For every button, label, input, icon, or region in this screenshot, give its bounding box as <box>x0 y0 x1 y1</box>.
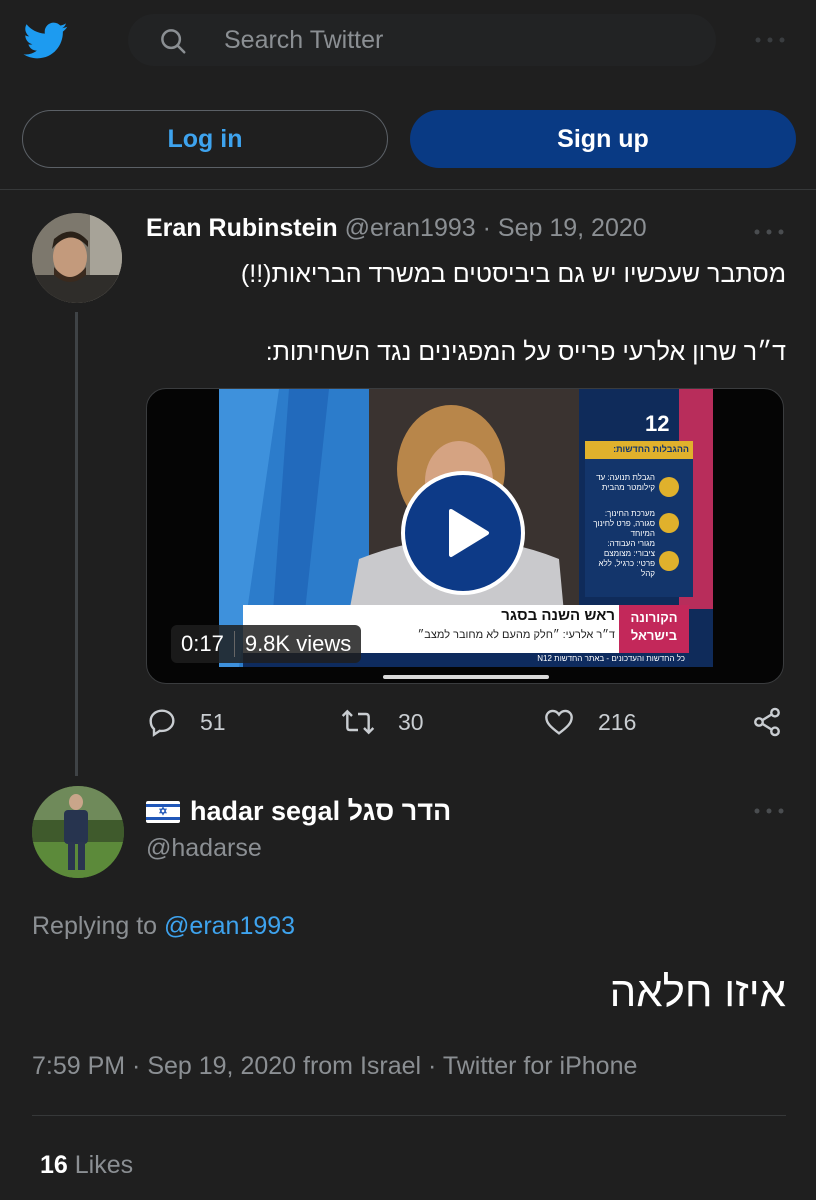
play-icon <box>449 509 489 557</box>
top-bar: Search Twitter <box>0 0 816 82</box>
display-name-row: ✡ hadar segal הדר סגל <box>146 796 451 827</box>
auth-buttons: Log in Sign up <box>0 108 816 172</box>
display-name[interactable]: Eran Rubinstein <box>146 214 338 242</box>
tweet-text: מסתבר שעכשיו יש גם ביביסטים במשרד הבריאו… <box>240 260 786 288</box>
tweet-date[interactable]: Sep 19, 2020 <box>498 214 647 242</box>
like-button[interactable]: 216 <box>542 706 636 738</box>
signup-button[interactable]: Sign up <box>410 110 796 168</box>
login-button[interactable]: Log in <box>22 110 388 168</box>
more-icon[interactable] <box>752 30 788 50</box>
more-icon[interactable] <box>752 227 786 237</box>
video-progress-bar[interactable] <box>383 675 549 679</box>
handle[interactable]: @hadarse <box>146 834 262 863</box>
share-icon <box>754 707 780 737</box>
avatar[interactable] <box>32 213 122 303</box>
avatar-photo <box>32 213 122 303</box>
replying-handle-link[interactable]: @eran1993 <box>164 912 295 940</box>
israel-flag-icon: ✡ <box>146 800 180 823</box>
search-placeholder: Search Twitter <box>224 26 384 54</box>
divider <box>32 1115 786 1116</box>
reply-button[interactable]: 51 <box>146 706 226 738</box>
tweet-timestamp[interactable]: 7:59 PM · Sep 19, 2020 from Israel · Twi… <box>32 1052 637 1081</box>
tweet-text: איזו חלאה <box>609 968 786 1015</box>
retweet-count: 30 <box>398 708 424 735</box>
retweet-icon <box>341 709 375 735</box>
likes-summary[interactable]: 16 Likes <box>40 1151 133 1180</box>
overlay-panel-item: הגבלת תנועה: עד קילומטר מהבית <box>596 473 655 492</box>
share-button[interactable] <box>750 706 806 738</box>
separator: · <box>482 214 491 242</box>
reply-count: 51 <box>200 708 226 735</box>
overlay-panel-item: מערכת החינוך: סגורה, פרט לחינוך המיוחד <box>593 509 655 538</box>
handle[interactable]: @eran1993 <box>345 214 476 242</box>
thread-line <box>75 312 78 776</box>
like-icon <box>545 709 573 735</box>
video-player[interactable]: 12 ההגבלות החדשות: הגבלת תנועה: עד קילומ… <box>146 388 784 684</box>
search-input[interactable]: Search Twitter <box>128 14 716 66</box>
retweet-button[interactable]: 30 <box>340 706 424 738</box>
more-icon[interactable] <box>752 806 786 816</box>
video-duration: 0:17 <box>181 631 224 656</box>
tweet-header: Eran Rubinstein @eran1993 · Sep 19, 2020 <box>146 214 647 243</box>
replying-to: Replying to @eran1993 <box>32 912 295 941</box>
play-button[interactable] <box>401 471 525 595</box>
channel-badge: 12 <box>645 411 670 436</box>
twitter-bird-icon[interactable] <box>22 18 70 62</box>
display-name[interactable]: hadar segal הדר סגל <box>190 796 451 827</box>
overlay-panel-item: מגורי העבודה: ציבורי: מצומצם פרטי: כרגיל… <box>598 539 655 578</box>
lower-third-brand: הקורונה בישראל <box>630 610 678 643</box>
like-count: 216 <box>598 708 637 735</box>
tweet-text: ד״ר שרון אלרעי פרייס על המפגינים נגד השח… <box>265 338 786 366</box>
avatar-photo <box>32 786 124 878</box>
tweet-actions: 51 30 216 <box>146 706 796 748</box>
avatar[interactable] <box>32 786 124 878</box>
overlay-panel-title: ההגבלות החדשות: <box>613 444 689 454</box>
reply-icon <box>149 709 175 737</box>
likes-label: Likes <box>74 1151 134 1179</box>
divider <box>0 189 816 190</box>
video-stats: 0:17 9.8K views <box>171 625 362 663</box>
search-icon <box>161 29 186 54</box>
likes-count: 16 <box>40 1151 68 1179</box>
replying-prefix: Replying to <box>32 912 158 940</box>
video-views: 9.8K views <box>244 631 352 656</box>
lower-third-title: ראש השנה בסגר <box>501 607 615 624</box>
